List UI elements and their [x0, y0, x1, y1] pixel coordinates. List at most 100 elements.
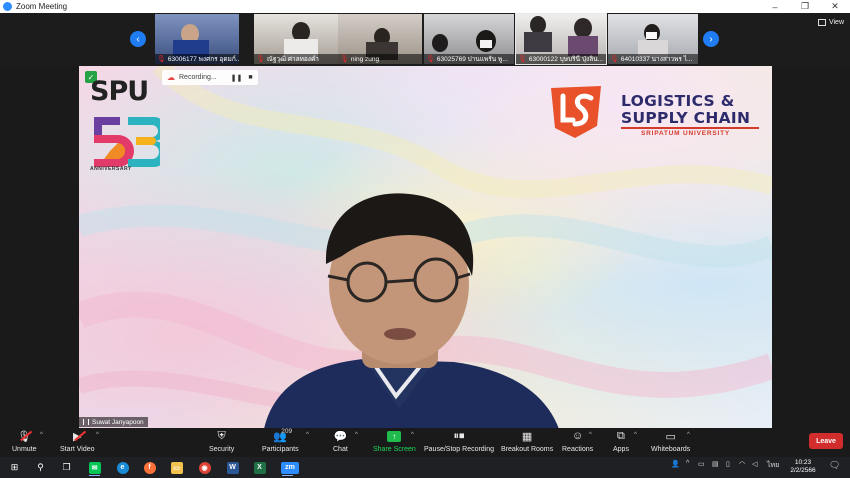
- system-clock[interactable]: 10:23 2/2/2566: [786, 459, 820, 475]
- whiteboards-caret-icon[interactable]: ^: [687, 432, 690, 438]
- logo-title-line-1: LOGISTICS &: [621, 92, 735, 110]
- apps-label: Apps: [613, 446, 629, 453]
- gallery-prev-button[interactable]: ‹: [130, 31, 146, 47]
- excel-icon[interactable]: X: [251, 459, 268, 476]
- chevron-left-icon: ‹: [136, 33, 140, 45]
- line-app-icon[interactable]: ✉: [86, 459, 103, 476]
- grid-view-icon: [817, 19, 826, 26]
- zoom-app-icon: [3, 2, 12, 11]
- participant-thumbnail[interactable]: 🎙 64010337 นางสาวพร ไ...: [608, 14, 698, 64]
- participant-name: 63006177 พงศกร อุดมก์...: [167, 56, 239, 63]
- share-caret-icon[interactable]: ^: [411, 432, 414, 438]
- pause-recording-button[interactable]: ❚❚: [231, 72, 243, 83]
- edge-browser-icon[interactable]: e: [114, 459, 131, 476]
- anniversary-text: ANNIVERSARY: [90, 166, 132, 172]
- video-off-icon: ▶: [73, 429, 86, 443]
- whiteboard-icon: ▭: [665, 430, 676, 443]
- breakout-rooms-button[interactable]: ▦ Breakout Rooms: [501, 429, 553, 456]
- cloud-recording-icon: ☁: [167, 73, 175, 82]
- participant-thumbnail[interactable]: 🎙 63006177 พงศกร อุดมก์...: [155, 14, 239, 64]
- view-button[interactable]: View: [817, 16, 844, 29]
- whiteboards-label: Whiteboards: [651, 446, 691, 453]
- speaker-name-label: Suwat Janyapoon: [79, 417, 148, 427]
- chrome-icon[interactable]: ◉: [196, 459, 213, 476]
- spu-53-anniversary-logo: [94, 117, 160, 167]
- chevron-right-icon: ›: [709, 33, 713, 45]
- participant-name: ณัฐวุฒิ ศาลทองคำ: [266, 56, 319, 63]
- wifi-icon[interactable]: ◠: [739, 460, 745, 468]
- reactions-label: Reactions: [562, 446, 594, 453]
- reactions-button[interactable]: ☺ Reactions ^: [562, 429, 593, 456]
- task-view-icon[interactable]: ❐: [58, 459, 75, 476]
- people-icon[interactable]: 👤: [671, 460, 680, 468]
- participants-caret-icon[interactable]: ^: [306, 432, 309, 438]
- tray-overflow-chevron-icon[interactable]: ^: [686, 460, 689, 467]
- mic-off-icon: 🎙: [518, 56, 527, 63]
- participant-thumbnail[interactable]: 🎙 63000122 บุษบรินี ปุ่งลิน...: [515, 13, 607, 65]
- participant-thumbnail[interactable]: 🎙 ณัฐวุฒิ ศาลทองคำ: [254, 14, 338, 64]
- word-icon[interactable]: W: [224, 459, 241, 476]
- input-language[interactable]: ไทย: [767, 460, 779, 471]
- chat-bubble-icon: 💬: [333, 430, 348, 443]
- participants-button[interactable]: 👥 209 Participants ^: [262, 428, 309, 456]
- notifications-icon[interactable]: 🗨: [829, 460, 840, 471]
- participants-label: Participants: [262, 446, 299, 453]
- chat-button[interactable]: 💬 Chat ^: [333, 429, 358, 456]
- recording-label: Recording...: [179, 74, 217, 81]
- stop-recording-button[interactable]: ■: [245, 72, 256, 83]
- logo-divider: [621, 127, 759, 129]
- speaker-name: Suwat Janyapoon: [92, 418, 144, 426]
- zoom-taskbar-icon[interactable]: zm: [279, 459, 301, 476]
- recording-indicator: ☁ Recording... ❚❚ ■: [162, 70, 258, 85]
- share-screen-icon: ↑: [387, 429, 402, 443]
- file-explorer-icon[interactable]: ▭: [168, 459, 185, 476]
- active-speaker-video: ✓ ☁ Recording... ❚❚ ■ SPU ANNIVERSARY LO…: [79, 66, 772, 428]
- reactions-caret-icon[interactable]: ^: [589, 432, 592, 438]
- audio-options-caret-icon[interactable]: ^: [40, 432, 43, 438]
- breakout-rooms-icon: ▦: [521, 430, 533, 443]
- firefox-icon[interactable]: f: [141, 459, 158, 476]
- view-label: View: [828, 19, 844, 26]
- chat-caret-icon[interactable]: ^: [355, 432, 358, 438]
- clock-date: 2/2/2566: [790, 467, 816, 474]
- mic-off-icon: 🎙: [256, 56, 265, 63]
- share-screen-label: Share Screen: [373, 446, 416, 453]
- maximize-button[interactable]: ❐: [790, 0, 820, 13]
- participant-thumbnail[interactable]: 🎙 63025769 ปานแพรัน พู...: [424, 14, 514, 64]
- minimize-button[interactable]: –: [760, 0, 790, 13]
- battery-icon[interactable]: ▯: [726, 460, 730, 468]
- chat-label: Chat: [333, 446, 348, 453]
- logo-title-line-2: SUPPLY CHAIN: [621, 109, 751, 127]
- start-video-button[interactable]: ▶ Start Video ^: [60, 429, 99, 456]
- apps-caret-icon[interactable]: ^: [634, 432, 637, 438]
- speaker-person: [264, 193, 559, 428]
- gallery-next-button[interactable]: ›: [703, 31, 719, 47]
- participants-icon: 👥 209: [273, 428, 293, 443]
- unmute-button[interactable]: 🎙 Unmute ^: [12, 429, 43, 456]
- volume-icon[interactable]: ◁: [752, 460, 757, 468]
- search-icon[interactable]: ⚲: [32, 459, 49, 476]
- security-button[interactable]: ⛨ Security: [209, 429, 234, 456]
- leave-button[interactable]: Leave: [809, 433, 843, 449]
- close-button[interactable]: ✕: [820, 0, 850, 13]
- share-screen-button[interactable]: ↑ Share Screen ^: [373, 429, 416, 456]
- start-video-label: Start Video: [60, 446, 95, 453]
- mic-muted-icon: 🎙: [17, 429, 33, 443]
- network-icon[interactable]: ▤: [712, 460, 719, 468]
- participant-thumbnail[interactable]: 🎙 ning zung: [338, 14, 422, 64]
- windows-taskbar: ⊞ ⚲ ❐ ✉ e f ▭ ◉ W X zm 👤 ^ ▭ ▤ ▯ ◠ ◁ ไทย…: [0, 457, 850, 478]
- mic-off-icon: 🎙: [426, 56, 435, 63]
- logo-subtitle: SRIPATUM UNIVERSITY: [641, 130, 730, 137]
- spu-logo-text: SPU: [90, 76, 149, 107]
- windows-start-icon[interactable]: ⊞: [6, 459, 23, 476]
- pause-stop-icon: ⏸⏹: [453, 429, 465, 442]
- monitor-icon[interactable]: ▭: [698, 460, 705, 468]
- meeting-controls-toolbar: 🎙 Unmute ^ ▶ Start Video ^ ⛨ Security 👥2…: [0, 428, 850, 457]
- apps-button[interactable]: ⧉ Apps ^: [613, 429, 637, 456]
- whiteboards-button[interactable]: ▭ Whiteboards ^: [651, 429, 690, 456]
- window-titlebar: Zoom Meeting – ❐ ✕: [0, 0, 850, 13]
- mic-off-icon: 🎙: [610, 56, 619, 63]
- pause-stop-recording-button[interactable]: ⏸⏹ Pause/Stop Recording: [424, 429, 494, 456]
- video-options-caret-icon[interactable]: ^: [96, 432, 99, 438]
- participant-name: 63000122 บุษบรินี ปุ่งลิน...: [528, 56, 604, 63]
